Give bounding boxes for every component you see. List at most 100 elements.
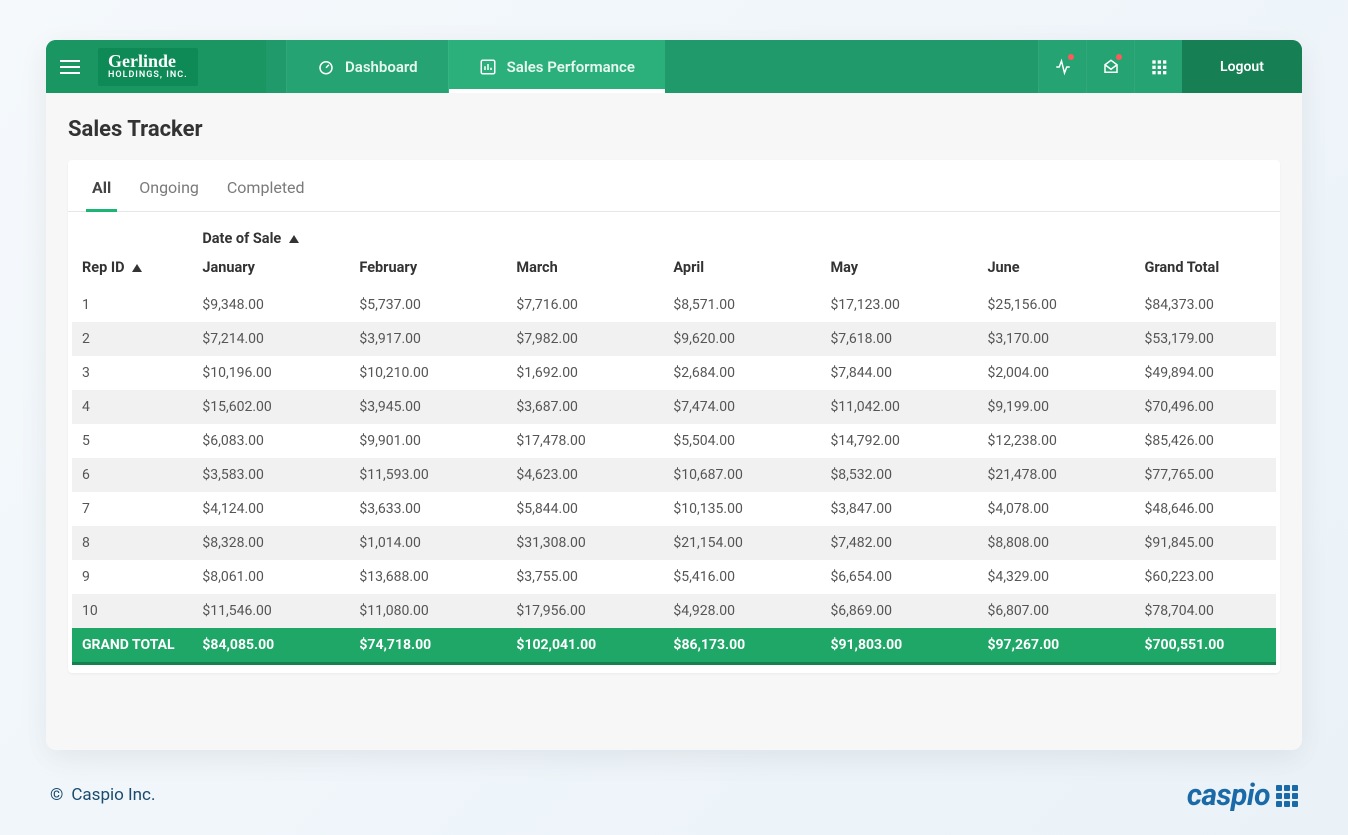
col-january[interactable]: January bbox=[192, 253, 349, 288]
table-cell: $3,583.00 bbox=[192, 458, 349, 492]
nav-sales-performance[interactable]: Sales Performance bbox=[448, 40, 665, 93]
table-row: 3$10,196.00$10,210.00$1,692.00$2,684.00$… bbox=[72, 356, 1276, 390]
bar-chart-icon bbox=[479, 58, 497, 76]
grand-total-row: GRAND TOTAL$84,085.00$74,718.00$102,041.… bbox=[72, 628, 1276, 664]
col-february[interactable]: February bbox=[349, 253, 506, 288]
table-cell: $4,124.00 bbox=[192, 492, 349, 526]
sales-table-wrap: Date of Sale Rep ID January February bbox=[68, 212, 1280, 673]
table-cell: $9,620.00 bbox=[663, 322, 820, 356]
table-cell: $17,956.00 bbox=[506, 594, 663, 628]
logout-button[interactable]: Logout bbox=[1182, 40, 1302, 93]
table-cell: $5,737.00 bbox=[349, 288, 506, 322]
table-cell: $48,646.00 bbox=[1134, 492, 1276, 526]
table-cell: $6,807.00 bbox=[977, 594, 1134, 628]
topbar: Gerlinde HOLDINGS, INC. Dashboard Sales … bbox=[46, 40, 1302, 93]
nav-dashboard[interactable]: Dashboard bbox=[286, 40, 448, 93]
col-june[interactable]: June bbox=[977, 253, 1134, 288]
table-cell: $86,173.00 bbox=[663, 628, 820, 664]
page-body: Sales Tracker All Ongoing Completed bbox=[46, 93, 1302, 703]
table-cell: $17,123.00 bbox=[820, 288, 977, 322]
tab-ongoing[interactable]: Ongoing bbox=[139, 178, 199, 211]
caspio-dots-icon bbox=[1276, 785, 1298, 807]
table-cell: $4,329.00 bbox=[977, 560, 1134, 594]
table-cell: $1,692.00 bbox=[506, 356, 663, 390]
apps-grid-icon bbox=[1151, 59, 1167, 75]
table-cell: 8 bbox=[72, 526, 192, 560]
activity-button[interactable] bbox=[1038, 40, 1086, 93]
table-cell: $31,308.00 bbox=[506, 526, 663, 560]
table-cell: $1,014.00 bbox=[349, 526, 506, 560]
table-cell: $2,004.00 bbox=[977, 356, 1134, 390]
table-cell: $10,196.00 bbox=[192, 356, 349, 390]
table-cell: $11,546.00 bbox=[192, 594, 349, 628]
table-cell: $3,170.00 bbox=[977, 322, 1134, 356]
table-cell: $10,135.00 bbox=[663, 492, 820, 526]
table-cell: $84,373.00 bbox=[1134, 288, 1276, 322]
table-cell: 9 bbox=[72, 560, 192, 594]
table-cell: $3,917.00 bbox=[349, 322, 506, 356]
table-row: 9$8,061.00$13,688.00$3,755.00$5,416.00$6… bbox=[72, 560, 1276, 594]
notification-dot bbox=[1068, 54, 1074, 60]
table-cell: $14,792.00 bbox=[820, 424, 977, 458]
table-cell: $15,602.00 bbox=[192, 390, 349, 424]
table-cell: 2 bbox=[72, 322, 192, 356]
table-row: 8$8,328.00$1,014.00$31,308.00$21,154.00$… bbox=[72, 526, 1276, 560]
table-row: 5$6,083.00$9,901.00$17,478.00$5,504.00$1… bbox=[72, 424, 1276, 458]
table-cell: $7,474.00 bbox=[663, 390, 820, 424]
table-cell: $6,083.00 bbox=[192, 424, 349, 458]
table-cell: $9,901.00 bbox=[349, 424, 506, 458]
table-cell: $8,808.00 bbox=[977, 526, 1134, 560]
table-cell: $5,416.00 bbox=[663, 560, 820, 594]
table-row: 1$9,348.00$5,737.00$7,716.00$8,571.00$17… bbox=[72, 288, 1276, 322]
table-cell: $3,633.00 bbox=[349, 492, 506, 526]
table-cell: $91,803.00 bbox=[820, 628, 977, 664]
col-rep-id[interactable]: Rep ID bbox=[72, 253, 192, 288]
table-cell: $84,085.00 bbox=[192, 628, 349, 664]
nav-sales-label: Sales Performance bbox=[507, 58, 635, 76]
table-cell: $7,982.00 bbox=[506, 322, 663, 356]
topbar-brand-area: Gerlinde HOLDINGS, INC. bbox=[46, 40, 266, 93]
table-cell: $4,623.00 bbox=[506, 458, 663, 492]
table-cell: $91,845.00 bbox=[1134, 526, 1276, 560]
table-cell: $12,238.00 bbox=[977, 424, 1134, 458]
hamburger-menu[interactable] bbox=[60, 55, 84, 79]
table-cell: $74,718.00 bbox=[349, 628, 506, 664]
table-cell: $3,755.00 bbox=[506, 560, 663, 594]
table-cell: $6,654.00 bbox=[820, 560, 977, 594]
tab-all[interactable]: All bbox=[92, 178, 111, 211]
col-grand-total[interactable]: Grand Total bbox=[1134, 253, 1276, 288]
table-cell: $6,869.00 bbox=[820, 594, 977, 628]
sort-asc-icon bbox=[289, 235, 299, 243]
table-cell: $60,223.00 bbox=[1134, 560, 1276, 594]
tracker-card: All Ongoing Completed Date of Sale bbox=[68, 160, 1280, 673]
table-cell: $7,844.00 bbox=[820, 356, 977, 390]
sort-asc-icon bbox=[132, 264, 142, 272]
apps-button[interactable] bbox=[1134, 40, 1182, 93]
table-cell: 6 bbox=[72, 458, 192, 492]
tab-completed[interactable]: Completed bbox=[227, 178, 305, 211]
col-march[interactable]: March bbox=[506, 253, 663, 288]
inbox-button[interactable] bbox=[1086, 40, 1134, 93]
table-cell: $85,426.00 bbox=[1134, 424, 1276, 458]
col-april[interactable]: April bbox=[663, 253, 820, 288]
nav-dashboard-label: Dashboard bbox=[345, 58, 418, 76]
table-cell: $9,348.00 bbox=[192, 288, 349, 322]
sales-table: Date of Sale Rep ID January February bbox=[72, 230, 1276, 665]
table-cell: GRAND TOTAL bbox=[72, 628, 192, 664]
activity-icon bbox=[1054, 58, 1072, 76]
table-cell: $3,847.00 bbox=[820, 492, 977, 526]
table-cell: $11,593.00 bbox=[349, 458, 506, 492]
table-row: 4$15,602.00$3,945.00$3,687.00$7,474.00$1… bbox=[72, 390, 1276, 424]
table-cell: $11,080.00 bbox=[349, 594, 506, 628]
table-cell: $7,716.00 bbox=[506, 288, 663, 322]
table-cell: $7,482.00 bbox=[820, 526, 977, 560]
table-cell: 1 bbox=[72, 288, 192, 322]
col-group-date-of-sale[interactable]: Date of Sale bbox=[192, 230, 1276, 253]
table-cell: $49,894.00 bbox=[1134, 356, 1276, 390]
table-cell: $21,478.00 bbox=[977, 458, 1134, 492]
table-cell: 5 bbox=[72, 424, 192, 458]
footer-copyright: © Caspio Inc. bbox=[50, 785, 155, 805]
col-may[interactable]: May bbox=[820, 253, 977, 288]
envelope-open-icon bbox=[1102, 58, 1120, 76]
table-cell: $7,214.00 bbox=[192, 322, 349, 356]
